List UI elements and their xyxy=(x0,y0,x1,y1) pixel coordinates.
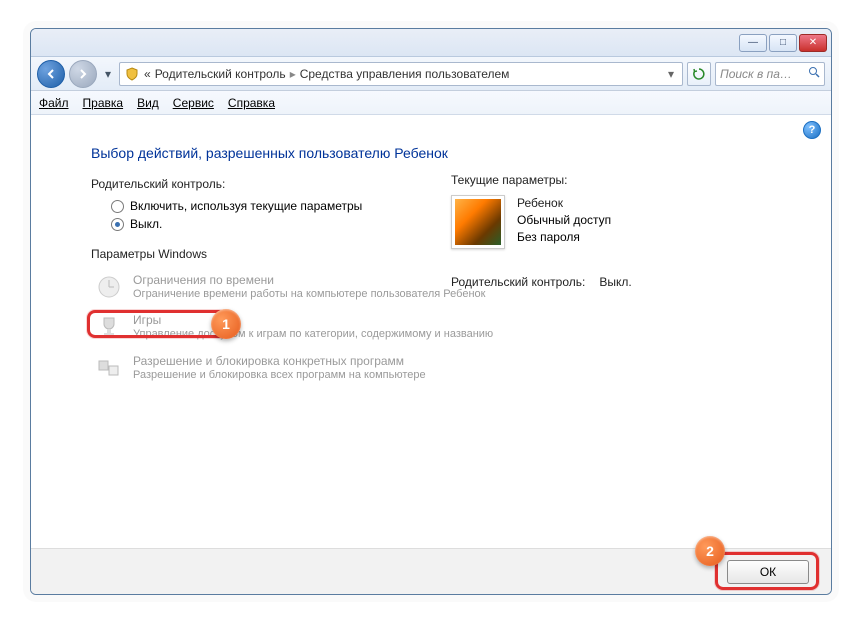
footer-bar: ОК 2 xyxy=(31,548,831,594)
user-password: Без пароля xyxy=(517,229,611,246)
search-placeholder: Поиск в па… xyxy=(720,67,792,81)
menu-view[interactable]: Вид xyxy=(137,96,159,110)
trophy-icon xyxy=(95,313,123,341)
menu-help[interactable]: Справка xyxy=(228,96,275,110)
search-input[interactable]: Поиск в па… xyxy=(715,62,825,86)
item-programs: Разрешение и блокировка конкретных прогр… xyxy=(91,348,791,388)
titlebar: — □ ✕ xyxy=(31,29,831,57)
minimize-button[interactable]: — xyxy=(739,34,767,52)
programs-icon xyxy=(95,354,123,382)
breadcrumb-level1[interactable]: Родительский контроль xyxy=(155,67,286,81)
content-pane: Выбор действий, разрешенных пользователю… xyxy=(31,115,831,548)
current-params-label: Текущие параметры: xyxy=(451,173,751,187)
menu-file[interactable]: Файл xyxy=(39,96,69,110)
user-box: Ребенок Обычный доступ Без пароля xyxy=(451,195,751,249)
shield-icon xyxy=(124,66,140,82)
address-bar[interactable]: « Родительский контроль ▸ Средства управ… xyxy=(119,62,683,86)
radio-off[interactable] xyxy=(111,218,124,231)
user-name: Ребенок xyxy=(517,195,611,212)
ok-button[interactable]: ОК xyxy=(727,560,809,584)
maximize-button[interactable]: □ xyxy=(769,34,797,52)
radio-on-label: Включить, используя текущие параметры xyxy=(130,199,362,213)
pc-status-row: Родительский контроль: Выкл. xyxy=(451,275,751,289)
menu-edit[interactable]: Правка xyxy=(83,96,124,110)
nav-toolbar: ▾ « Родительский контроль ▸ Средства упр… xyxy=(31,57,831,91)
forward-button[interactable] xyxy=(69,60,97,88)
games-desc: Управление доступом к играм по категории… xyxy=(133,327,493,341)
games-title: Игры xyxy=(133,313,493,327)
search-icon xyxy=(808,66,820,81)
close-button[interactable]: ✕ xyxy=(799,34,827,52)
breadcrumb-prefix: « xyxy=(144,67,151,81)
programs-title: Разрешение и блокировка конкретных прогр… xyxy=(133,354,426,368)
annotation-callout-1: 1 xyxy=(211,309,241,339)
refresh-button[interactable] xyxy=(687,62,711,86)
annotation-callout-2: 2 xyxy=(695,536,725,566)
chevron-right-icon: ▸ xyxy=(290,67,296,81)
clock-icon xyxy=(95,273,123,301)
item-games: Игры Управление доступом к играм по кате… xyxy=(91,307,791,347)
user-access: Обычный доступ xyxy=(517,212,611,229)
time-limits-title: Ограничения по времени xyxy=(133,273,485,287)
programs-desc: Разрешение и блокировка всех программ на… xyxy=(133,368,426,382)
back-button[interactable] xyxy=(37,60,65,88)
menu-bar: Файл Правка Вид Сервис Справка xyxy=(31,91,831,115)
window-frame: — □ ✕ ▾ « Родительский контроль ▸ Средст… xyxy=(30,28,832,595)
pc-status-value: Выкл. xyxy=(599,275,631,289)
breadcrumb-level2[interactable]: Средства управления пользователем xyxy=(300,67,510,81)
page-title: Выбор действий, разрешенных пользователю… xyxy=(91,145,791,161)
address-dropdown[interactable]: ▾ xyxy=(664,67,678,81)
radio-off-label: Выкл. xyxy=(130,217,162,231)
time-limits-desc: Ограничение времени работы на компьютере… xyxy=(133,287,485,301)
right-column: Текущие параметры: Ребенок Обычный досту… xyxy=(451,173,751,289)
menu-service[interactable]: Сервис xyxy=(173,96,214,110)
pc-status-label: Родительский контроль: xyxy=(451,275,585,289)
avatar xyxy=(451,195,505,249)
radio-on[interactable] xyxy=(111,200,124,213)
nav-history-dropdown[interactable]: ▾ xyxy=(101,64,115,84)
